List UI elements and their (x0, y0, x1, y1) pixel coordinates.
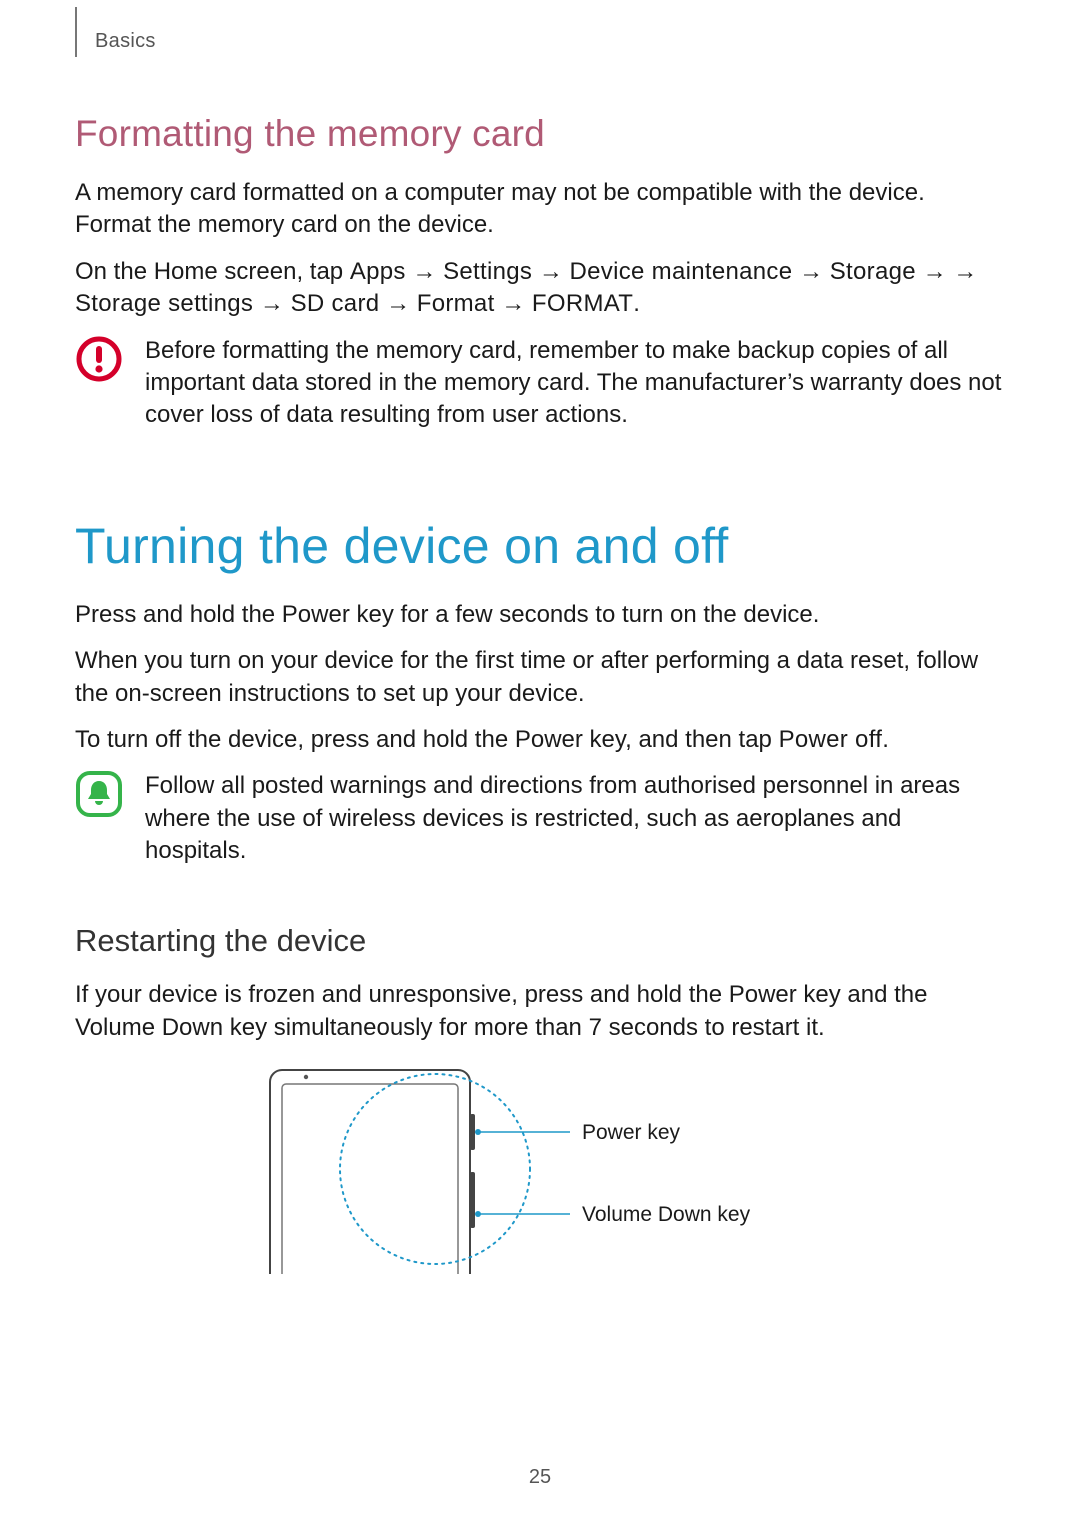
running-header: Basics (75, 30, 1005, 53)
path-arrow-icon: → (412, 258, 436, 285)
path-storage-settings: Storage settings (75, 290, 253, 317)
diagram-label-volume-down-key: Volume Down key (582, 1203, 750, 1227)
path-arrow-icon: → (923, 258, 947, 285)
paragraph-first-time-setup: When you turn on your device for the fir… (75, 645, 1005, 710)
path-prefix: On the Home screen, tap (75, 258, 350, 285)
caution-icon (75, 335, 123, 388)
header-section-label: Basics (95, 30, 156, 53)
path-sd-card: SD card (291, 290, 380, 317)
path-settings: Settings (443, 258, 532, 285)
path-format-caps: FORMAT (532, 290, 633, 317)
path-arrow-icon: → (386, 290, 410, 317)
callout-note: Follow all posted warnings and direction… (75, 770, 1005, 867)
device-diagram: Power key Volume Down key (260, 1064, 820, 1274)
callout-note-text: Follow all posted warnings and direction… (145, 770, 1005, 867)
heading-restarting-device: Restarting the device (75, 923, 1005, 959)
header-rule (75, 7, 77, 57)
power-off-post: . (882, 726, 889, 753)
path-format: Format (417, 290, 495, 317)
page-number: 25 (0, 1466, 1080, 1489)
path-storage: Storage (830, 258, 916, 285)
path-arrow-icon: → (539, 258, 563, 285)
callout-caution: Before formatting the memory card, remem… (75, 335, 1005, 432)
diagram-label-power-key: Power key (582, 1121, 680, 1145)
heading-formatting-memory-card: Formatting the memory card (75, 113, 1005, 155)
heading-turning-device-on-off: Turning the device on and off (75, 517, 1005, 575)
callout-caution-text: Before formatting the memory card, remem… (145, 335, 1005, 432)
paragraph-restart: If your device is frozen and unresponsiv… (75, 979, 1005, 1044)
path-arrow-icon: → (260, 290, 284, 317)
paragraph-formatting-intro: A memory card formatted on a computer ma… (75, 177, 1005, 242)
paragraph-power-off: To turn off the device, press and hold t… (75, 724, 1005, 756)
power-off-ui-label: Power off (779, 726, 883, 753)
power-off-pre: To turn off the device, press and hold t… (75, 726, 779, 753)
paragraph-power-on: Press and hold the Power key for a few s… (75, 599, 1005, 631)
path-arrow-icon: → (799, 258, 823, 285)
path-device-maintenance: Device maintenance (570, 258, 793, 285)
path-arrow-icon: → (953, 258, 977, 285)
paragraph-navigation-path: On the Home screen, tap Apps → Settings … (75, 256, 1005, 321)
path-apps: Apps (350, 258, 406, 285)
path-arrow-icon: → (501, 290, 525, 317)
note-bell-icon (75, 770, 123, 823)
